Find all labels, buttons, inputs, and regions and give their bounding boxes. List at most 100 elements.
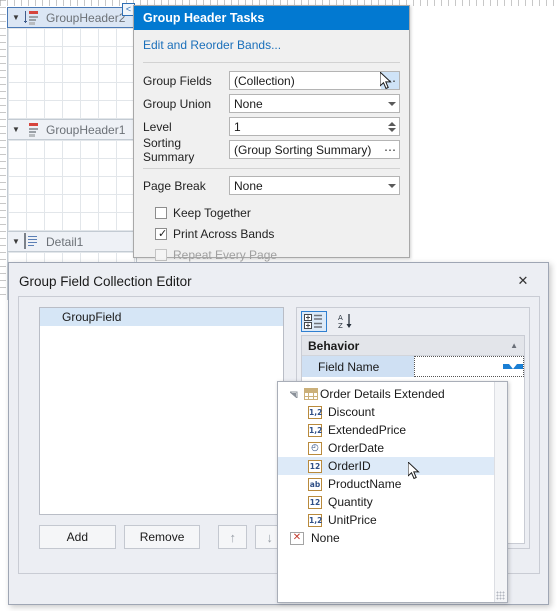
dropdown-item-none[interactable]: ✕ None	[278, 529, 507, 547]
sort-az-icon: A Z	[338, 314, 352, 329]
chevron-down-icon[interactable]: ▼	[8, 125, 24, 134]
vertical-ruler	[0, 0, 6, 300]
print-across-bands-checkbox[interactable]: ✓	[155, 227, 168, 240]
property-name: Field Name	[318, 359, 380, 374]
dropdown-item-label: Discount	[328, 405, 375, 419]
band-label: GroupHeader2	[46, 10, 126, 25]
band-surface-groupheader2[interactable]	[7, 28, 137, 119]
field-name-dropdown-popup[interactable]: Order Details Extended 1,2 Discount 1,2 …	[277, 381, 508, 603]
dropdown-item-label: OrderDate	[328, 441, 385, 455]
tasks-panel-title: Group Header Tasks	[134, 6, 409, 30]
property-label: Page Break	[143, 178, 206, 193]
band-header-detail1[interactable]: ▼ Detail1	[7, 231, 135, 252]
dropdown-item-discount[interactable]: 1,2 Discount	[278, 403, 507, 421]
band-surface-groupheader1[interactable]	[7, 140, 137, 231]
remove-button[interactable]: Remove	[123, 525, 201, 549]
chevron-down-icon[interactable]	[384, 177, 399, 194]
field-name-value-editor[interactable]	[414, 356, 524, 377]
keep-together-checkbox[interactable]	[155, 206, 167, 219]
dropdown-item-extendedprice[interactable]: 1,2 ExtendedPrice	[278, 421, 507, 439]
repeat-every-page-checkbox	[155, 248, 167, 261]
list-item[interactable]: GroupField	[40, 308, 283, 326]
edit-reorder-bands-row[interactable]: Edit and Reorder Bands...	[143, 30, 400, 60]
categorized-icon	[304, 313, 322, 329]
chevron-down-icon[interactable]	[503, 364, 523, 369]
checkbox-label: Print Across Bands	[173, 226, 275, 241]
svg-text:Z: Z	[338, 322, 343, 329]
dropdown-item-label: None	[311, 531, 340, 545]
dialog-title: Group Field Collection Editor	[19, 273, 192, 289]
dropdown-item-label: Quantity	[328, 495, 373, 509]
dropdown-item-unitprice[interactable]: 1,2 UnitPrice	[278, 511, 507, 529]
group-union-editor[interactable]: None	[229, 94, 400, 113]
dropdown-scrollbar[interactable]	[494, 382, 507, 602]
decimal-field-icon: 1,2	[308, 423, 323, 437]
band-label: GroupHeader1	[46, 122, 126, 137]
property-row-sorting-summary[interactable]: Sorting Summary (Group Sorting Summary) …	[143, 135, 400, 164]
move-up-button[interactable]: ↑	[218, 525, 248, 549]
property-grid-toolbar: A Z	[297, 308, 529, 334]
property-category-behavior[interactable]: Behavior ▲	[302, 336, 524, 356]
property-row-group-fields[interactable]: Group Fields (Collection) ⋯	[143, 69, 400, 92]
group-header-tasks-panel[interactable]: Group Header Tasks Edit and Reorder Band…	[133, 5, 410, 262]
dropdown-item-label: Order Details Extended	[320, 387, 445, 401]
property-row-page-break[interactable]: Page Break None	[143, 174, 400, 197]
svg-text:A: A	[338, 314, 343, 322]
dropdown-item-table[interactable]: Order Details Extended	[278, 385, 507, 403]
sorting-summary-ellipsis-button[interactable]: ⋯	[381, 141, 399, 158]
integer-field-icon: 12	[308, 495, 322, 509]
integer-field-icon: 12	[308, 459, 322, 473]
resize-grip[interactable]	[496, 591, 505, 600]
page-break-editor[interactable]: None	[229, 176, 400, 195]
dropdown-item-label: ExtendedPrice	[328, 423, 407, 437]
level-editor[interactable]: 1	[229, 117, 400, 136]
dropdown-item-productname[interactable]: ab ProductName	[278, 475, 507, 493]
group-header-icon	[24, 122, 42, 137]
level-spinner[interactable]	[385, 118, 399, 135]
property-label: Level	[143, 119, 172, 134]
property-row-field-name[interactable]: Field Name	[302, 356, 524, 377]
chevron-down-icon[interactable]	[384, 95, 399, 112]
expander-icon[interactable]	[286, 390, 302, 398]
table-icon	[302, 388, 320, 400]
band-header-groupheader1[interactable]: ▼ GroupHeader1	[7, 119, 135, 140]
alphabetical-sort-button[interactable]: A Z	[333, 311, 359, 332]
dropdown-item-quantity[interactable]: 12 Quantity	[278, 493, 507, 511]
checkbox-row-print-across-bands[interactable]: ✓ Print Across Bands	[143, 223, 400, 244]
add-button[interactable]: Add	[39, 525, 116, 549]
none-field-icon: ✕	[288, 531, 306, 545]
decimal-field-icon: 1,2	[308, 513, 323, 527]
categorized-button[interactable]	[301, 310, 327, 332]
band-label: Detail1	[46, 234, 84, 249]
chevron-down-icon[interactable]: ▼	[8, 13, 24, 22]
divider	[143, 168, 400, 169]
group-fields-ellipsis-button[interactable]: ⋯	[381, 72, 399, 89]
close-icon[interactable]: ✕	[508, 267, 538, 295]
chevron-down-icon[interactable]: ▼	[8, 237, 24, 246]
property-value: None	[234, 96, 263, 111]
dropdown-item-orderid[interactable]: 12 OrderID	[278, 457, 507, 475]
group-header-icon	[24, 10, 42, 25]
dropdown-item-label: OrderID	[328, 459, 371, 473]
property-label: Sorting Summary	[143, 135, 195, 164]
chevron-up-icon[interactable]: ▲	[510, 341, 518, 350]
dialog-title-bar: Group Field Collection Editor ✕	[9, 263, 548, 299]
property-value: (Collection)	[234, 73, 295, 88]
divider	[143, 62, 400, 63]
property-label: Group Fields	[143, 73, 212, 88]
band-header-groupheader2[interactable]: ▼ GroupHeader2	[7, 7, 135, 28]
property-row-group-union[interactable]: Group Union None	[143, 92, 400, 115]
sorting-summary-editor[interactable]: (Group Sorting Summary) ⋯	[229, 140, 400, 159]
dropdown-item-orderdate[interactable]: ◴ OrderDate	[278, 439, 507, 457]
text-field-icon: ab	[308, 477, 322, 491]
dropdown-item-label: UnitPrice	[328, 513, 377, 527]
checkbox-row-keep-together[interactable]: Keep Together	[143, 202, 400, 223]
group-field-members-list[interactable]: GroupField	[39, 307, 284, 515]
checkmark-icon: ✓	[158, 227, 168, 240]
decimal-field-icon: 1,2	[308, 405, 323, 419]
dropdown-item-label: ProductName	[328, 477, 402, 491]
checkbox-label: Keep Together	[173, 205, 251, 220]
list-action-buttons: Add Remove ↑ ↓	[39, 525, 284, 549]
group-fields-editor[interactable]: (Collection) ⋯	[229, 71, 400, 90]
edit-and-reorder-bands-link[interactable]: Edit and Reorder Bands...	[143, 38, 281, 52]
